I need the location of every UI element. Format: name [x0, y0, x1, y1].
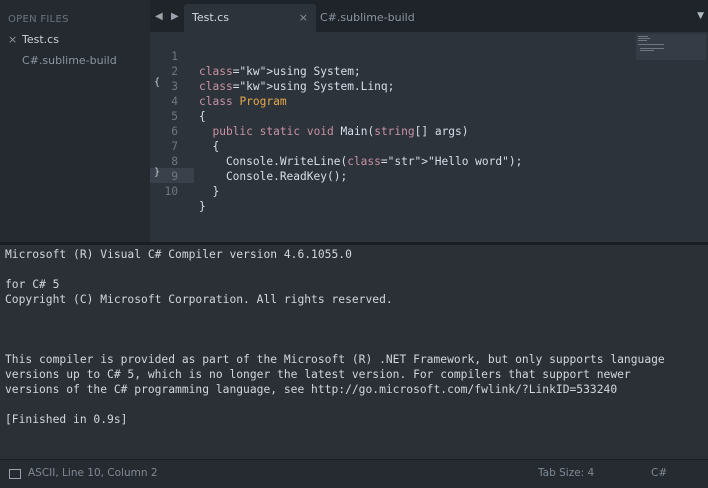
tab-bar: ◀ ▶ Test.cs × C#.sublime-build ▼	[150, 0, 708, 32]
output-line: versions up to C# 5, which is no longer …	[5, 368, 631, 381]
code-editor[interactable]: { } 1 class="kw">using System; 2 class="…	[150, 32, 708, 242]
close-icon[interactable]: ×	[299, 4, 308, 32]
code-line: 10 }	[150, 169, 708, 213]
output-line: Microsoft (R) Visual C# Compiler version…	[5, 248, 352, 261]
code-text: }	[199, 185, 220, 198]
editor-window: OPEN FILES × Test.cs C#.sublime-build ◀ …	[0, 0, 708, 243]
sidebar-header: OPEN FILES	[8, 14, 69, 25]
code-line: 2 class="kw">using System.Linq;	[150, 49, 708, 93]
sidebar-file-sublime-build[interactable]: C#.sublime-build	[22, 54, 117, 67]
minimap-line	[638, 44, 664, 45]
code-line: 3 class Program	[150, 64, 708, 108]
minimap-line	[638, 40, 647, 41]
output-line: Copyright (C) Microsoft Corporation. All…	[5, 293, 393, 306]
code-text: }	[199, 200, 206, 213]
code-line: 5 public static void Main(string[] args)	[150, 94, 708, 138]
tab-label: C#.sublime-build	[320, 11, 415, 24]
tab-sublime-build[interactable]: C#.sublime-build	[312, 4, 450, 32]
code-line: 7 Console.WriteLine(class="str">"Hello w…	[150, 124, 708, 168]
syntax-mode[interactable]: C#	[651, 467, 667, 479]
output-line: versions of the C# programming language,…	[5, 383, 618, 396]
minimap-line	[638, 36, 648, 37]
tab-test-cs[interactable]: Test.cs ×	[184, 4, 316, 32]
back-arrow-icon[interactable]: ◀	[155, 11, 163, 22]
sidebar: OPEN FILES × Test.cs C#.sublime-build	[0, 0, 150, 243]
tab-label: Test.cs	[192, 11, 229, 24]
close-file-icon[interactable]: ×	[8, 33, 17, 46]
sidebar-file-test-cs[interactable]: Test.cs	[22, 33, 59, 46]
code-line: 8 Console.ReadKey();	[150, 139, 708, 183]
line-number: 10	[164, 185, 178, 198]
tab-size[interactable]: Tab Size: 4	[538, 467, 594, 479]
minimap-line	[640, 48, 664, 49]
output-line: [Finished in 0.9s]	[5, 413, 128, 426]
forward-arrow-icon[interactable]: ▶	[171, 11, 179, 22]
code-line: 9 }	[150, 154, 708, 198]
code-line: 4 {	[150, 79, 708, 123]
output-line: This compiler is provided as part of the…	[5, 353, 665, 366]
panel-toggle-icon[interactable]	[9, 469, 21, 479]
tab-menu-icon[interactable]: ▼	[697, 11, 704, 21]
code-line: 6 {	[150, 109, 708, 153]
status-bar: ASCII, Line 10, Column 2 Tab Size: 4 C#	[0, 459, 708, 488]
minimap-line	[638, 38, 650, 39]
minimap[interactable]	[636, 34, 706, 60]
cursor-position: ASCII, Line 10, Column 2	[28, 467, 158, 479]
minimap-line	[640, 50, 654, 51]
build-output-panel: Microsoft (R) Visual C# Compiler version…	[0, 245, 708, 457]
output-line: for C# 5	[5, 278, 60, 291]
code-line: 1 class="kw">using System;	[150, 34, 708, 78]
